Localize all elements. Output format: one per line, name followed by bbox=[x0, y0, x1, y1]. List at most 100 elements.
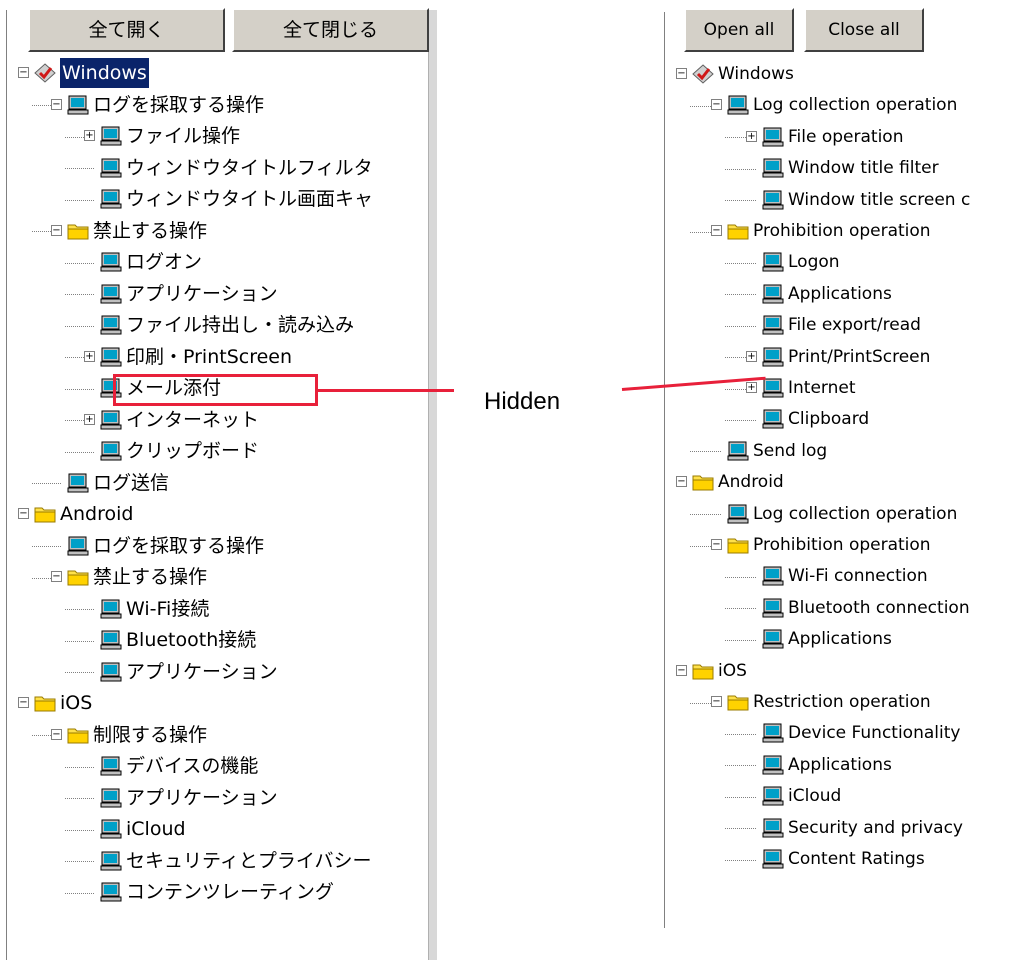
open-all-button[interactable]: Open all bbox=[684, 8, 794, 52]
collapse-toggle-icon[interactable]: − bbox=[51, 728, 62, 740]
computer-icon bbox=[762, 755, 784, 775]
tree-item-label: ログを採取する操作 bbox=[93, 534, 265, 557]
tree-connector bbox=[32, 483, 61, 485]
tree-connector bbox=[725, 828, 756, 830]
tree-connector bbox=[725, 859, 756, 861]
tree-connector bbox=[65, 199, 94, 201]
tree-item-label: ウィンドウタイトル画面キャ bbox=[126, 188, 374, 210]
tree-item-label: ログを採取する操作 bbox=[93, 93, 265, 116]
tree-item-label: iOS bbox=[60, 692, 93, 714]
tree-item-label: ファイル持出し・読み込み bbox=[126, 314, 355, 336]
tree-connector bbox=[725, 796, 756, 798]
tree-item-label: Security and privacy bbox=[788, 817, 963, 838]
computer-icon bbox=[762, 347, 784, 367]
computer-icon bbox=[100, 126, 122, 146]
windows-diamond-icon bbox=[34, 63, 56, 83]
collapse-toggle-icon[interactable]: − bbox=[18, 697, 29, 708]
windows-diamond-icon bbox=[692, 64, 714, 84]
folder-icon bbox=[67, 567, 89, 587]
expand-toggle-icon[interactable]: + bbox=[746, 350, 757, 362]
computer-icon bbox=[727, 95, 749, 115]
tree-connector bbox=[65, 168, 94, 170]
tree-connector bbox=[725, 294, 756, 296]
close-all-button-ja[interactable]: 全て閉じる bbox=[232, 8, 429, 52]
computer-icon bbox=[100, 662, 122, 682]
tree-item-label: Windows bbox=[60, 58, 149, 88]
tree-item-label: Content Ratings bbox=[788, 849, 925, 869]
computer-icon bbox=[100, 189, 122, 209]
collapse-toggle-icon[interactable]: − bbox=[51, 224, 62, 236]
tree-item-label: クリップボード bbox=[126, 440, 260, 462]
collapse-toggle-icon[interactable]: − bbox=[676, 68, 687, 79]
computer-icon bbox=[762, 598, 784, 618]
tree-item-label: アプリケーション bbox=[126, 786, 278, 809]
collapse-toggle-icon[interactable]: − bbox=[18, 508, 29, 519]
tree-connector bbox=[65, 325, 94, 327]
tree-item-label: 禁止する操作 bbox=[93, 219, 208, 242]
collapse-toggle-icon[interactable]: − bbox=[711, 539, 722, 550]
tree-item-label: Send log bbox=[753, 440, 828, 461]
tree-item-label: アプリケーション bbox=[126, 282, 278, 305]
tree-connector bbox=[725, 734, 756, 736]
tree-item-label: Android bbox=[718, 472, 784, 493]
tree-connector bbox=[690, 451, 721, 453]
open-all-button-ja[interactable]: 全て開く bbox=[28, 8, 225, 52]
computer-icon bbox=[67, 95, 89, 115]
tree-item-label: ウィンドウタイトルフィルタ bbox=[126, 156, 373, 179]
tree-connector bbox=[65, 766, 94, 768]
tree-item-label: インターネット bbox=[126, 408, 260, 431]
close-all-button[interactable]: Close all bbox=[804, 8, 924, 52]
left-panel-scrollbar[interactable] bbox=[428, 10, 437, 960]
collapse-toggle-icon[interactable]: − bbox=[711, 99, 722, 111]
computer-icon bbox=[100, 347, 122, 367]
computer-icon bbox=[762, 190, 784, 210]
tree-item-label: Bluetooth connection bbox=[788, 597, 970, 618]
expand-toggle-icon[interactable]: + bbox=[746, 130, 757, 142]
computer-icon bbox=[100, 851, 122, 871]
expand-toggle-icon[interactable]: + bbox=[84, 130, 95, 141]
computer-icon bbox=[762, 566, 784, 586]
collapse-toggle-icon[interactable]: − bbox=[676, 476, 687, 488]
tree-connector bbox=[690, 514, 721, 516]
collapse-toggle-icon[interactable]: − bbox=[676, 664, 687, 676]
computer-icon bbox=[762, 409, 784, 429]
tree-connector bbox=[65, 861, 94, 863]
right-tree-panel: Open all Close all − Windows − Log collecti… bbox=[664, 0, 1018, 960]
tree-item-label: Android bbox=[60, 503, 134, 525]
tree-connector bbox=[725, 420, 756, 422]
computer-icon bbox=[762, 378, 784, 398]
tree-item-label: Applications bbox=[788, 754, 892, 775]
tree-item-label: デバイスの機能 bbox=[126, 755, 259, 777]
tree-connector bbox=[65, 640, 94, 642]
tree-item-label: Bluetooth接続 bbox=[126, 629, 257, 651]
tree-item-label: Log collection operation bbox=[753, 503, 958, 524]
folder-icon bbox=[727, 535, 749, 555]
folder-icon bbox=[692, 472, 714, 492]
collapse-toggle-icon[interactable]: − bbox=[711, 225, 722, 236]
tree-connector bbox=[65, 262, 94, 264]
tree-item-label: Log collection operation bbox=[753, 95, 958, 116]
folder-icon bbox=[727, 221, 749, 241]
tree-connector bbox=[725, 325, 756, 327]
tree-item-label: Device Functionality bbox=[788, 723, 961, 744]
computer-icon bbox=[762, 629, 784, 649]
expand-toggle-icon[interactable]: + bbox=[84, 413, 95, 425]
collapse-toggle-icon[interactable]: − bbox=[51, 98, 62, 110]
computer-icon bbox=[100, 252, 122, 272]
computer-icon bbox=[67, 473, 89, 493]
collapse-toggle-icon[interactable]: − bbox=[711, 696, 722, 707]
tree-connector bbox=[725, 168, 756, 170]
tree-item-label: iOS bbox=[718, 660, 747, 681]
collapse-toggle-icon[interactable]: − bbox=[18, 67, 29, 78]
computer-icon bbox=[762, 127, 784, 147]
tree-connector bbox=[725, 577, 756, 579]
collapse-toggle-icon[interactable]: − bbox=[51, 571, 62, 582]
computer-icon bbox=[762, 158, 784, 178]
folder-icon bbox=[67, 221, 89, 241]
expand-toggle-icon[interactable]: + bbox=[746, 382, 757, 393]
computer-icon bbox=[100, 599, 122, 619]
expand-toggle-icon[interactable]: + bbox=[84, 350, 95, 362]
computer-icon bbox=[762, 723, 784, 743]
computer-icon bbox=[100, 158, 122, 178]
panel-border bbox=[6, 10, 7, 960]
